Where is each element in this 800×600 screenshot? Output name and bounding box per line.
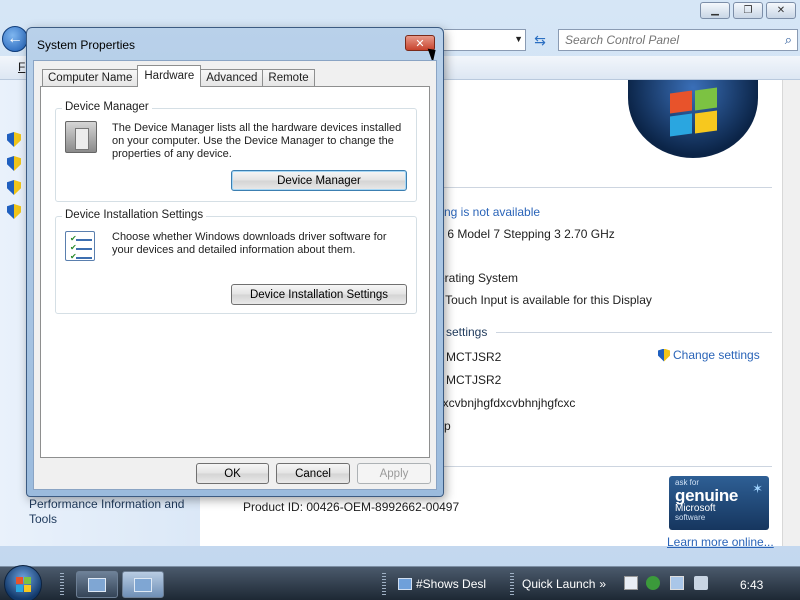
logo-flag-red	[670, 90, 692, 114]
refresh-icon: ⇆	[534, 31, 546, 48]
device-manager-icon	[65, 121, 97, 153]
device-installation-description: Choose whether Windows downloads driver …	[112, 231, 387, 256]
checklist-icon: ✔ ✔ ✔	[65, 231, 95, 261]
taskbar-grip[interactable]	[60, 573, 64, 595]
device-installation-group: Device Installation Settings ✔ ✔ ✔ Choos…	[55, 209, 417, 314]
learn-more-link[interactable]: Learn more online...	[667, 535, 774, 549]
clock[interactable]: 6:43	[740, 578, 763, 592]
taskbar: #Shows Desl Quick Launch » 6:43	[0, 565, 800, 600]
search-icon[interactable]: ⌕	[785, 32, 792, 48]
close-window-button[interactable]: ✕	[766, 2, 796, 19]
security-tray-icon[interactable]	[646, 576, 660, 590]
processor-value: y 6 Model 7 Stepping 3 2.70 GHz	[438, 227, 615, 241]
logo-flag-green	[695, 87, 717, 111]
refresh-button[interactable]: ⇆	[528, 29, 552, 51]
menu-item-file[interactable]: F	[18, 60, 25, 74]
tab-strip: Computer Name Hardware Advanced Remote	[42, 65, 315, 87]
vertical-scrollbar[interactable]	[782, 80, 800, 546]
minimize-button[interactable]: ▁	[700, 2, 730, 19]
back-button[interactable]: ←	[2, 26, 28, 52]
taskbar-button-control-panel[interactable]	[76, 571, 118, 598]
checklist-line	[76, 257, 92, 259]
start-flag-icon	[24, 585, 31, 592]
tab-hardware[interactable]: Hardware	[137, 65, 202, 87]
start-flag-icon	[24, 577, 31, 584]
device-installation-settings-button[interactable]: Device Installation Settings	[231, 284, 407, 305]
quick-launch-label: Quick Launch	[522, 577, 596, 591]
system-type-value: erating System	[438, 271, 519, 285]
dialog-title: System Properties	[37, 38, 136, 52]
system-properties-icon	[134, 577, 152, 592]
chevron-down-icon[interactable]: ▼	[514, 34, 523, 44]
shield-icon	[7, 204, 21, 219]
desktop-icon	[398, 578, 412, 590]
computer-description-value: lxcvbnjhgfdxcvbhnjhgfcxc	[440, 396, 576, 410]
product-id: Product ID: 00426-OEM-8992662-00497	[243, 500, 460, 514]
change-settings-link[interactable]: Change settings	[658, 348, 760, 362]
back-arrow-icon: ←	[7, 30, 23, 47]
apply-button[interactable]: Apply	[357, 463, 431, 484]
section-divider	[444, 466, 772, 467]
genuine-microsoft-badge[interactable]: ✶ ask for genuine Microsoft software	[669, 476, 769, 530]
start-button[interactable]	[4, 565, 42, 600]
chevron-icon: »	[599, 577, 607, 591]
pen-touch-value: r Touch Input is available for this Disp…	[438, 293, 652, 307]
logo-flag-yellow	[695, 110, 717, 134]
ok-button[interactable]: OK	[196, 463, 269, 484]
desktop-toolbar-label: #Shows Desl	[416, 577, 487, 591]
workgroup-value: p	[444, 419, 451, 433]
device-manager-button[interactable]: Device Manager	[231, 170, 407, 191]
checklist-line	[76, 239, 92, 241]
taskbar-grip[interactable]	[382, 573, 386, 595]
full-computer-name-value: MCTJSR2	[446, 373, 502, 387]
tab-advanced[interactable]: Advanced	[200, 69, 264, 87]
genuine-software-text: software	[675, 513, 706, 522]
taskbar-grip[interactable]	[510, 573, 514, 595]
computer-name-section-label: settings	[446, 325, 488, 339]
address-bar[interactable]: ▼	[444, 29, 526, 51]
document-tray-icon[interactable]	[624, 576, 638, 590]
windows-logo	[628, 80, 758, 158]
computer-name-value: MCTJSR2	[446, 350, 502, 364]
search-input[interactable]	[559, 30, 769, 50]
hardware-tab-panel: Device Manager The Device Manager lists …	[40, 86, 430, 458]
shield-icon	[7, 156, 21, 171]
start-flag-icon	[16, 585, 23, 592]
cancel-button[interactable]: Cancel	[276, 463, 350, 484]
taskbar-button-system-properties[interactable]	[122, 571, 164, 598]
section-divider	[496, 332, 772, 333]
system-properties-dialog: System Properties ✕ Computer Name Hardwa…	[26, 27, 444, 497]
shield-icon	[7, 180, 21, 195]
search-box[interactable]: ⌕	[558, 29, 798, 51]
checklist-line	[76, 248, 92, 250]
tab-computer-name[interactable]: Computer Name	[42, 69, 139, 87]
change-settings-label: Change settings	[673, 348, 760, 362]
performance-information-link[interactable]: Performance Information and Tools	[29, 497, 199, 527]
desktop-toolbar-item[interactable]: #Shows Desl	[398, 577, 486, 591]
device-manager-group-title: Device Manager	[62, 101, 152, 113]
device-installation-group-title: Device Installation Settings	[62, 209, 207, 221]
device-manager-group: Device Manager The Device Manager lists …	[55, 101, 417, 202]
maximize-button[interactable]: ❐	[733, 2, 763, 19]
shield-icon	[7, 132, 21, 147]
section-divider	[444, 187, 772, 188]
control-panel-icon	[88, 577, 106, 592]
genuine-text: genuine	[675, 486, 739, 505]
volume-muted-icon[interactable]	[694, 576, 708, 590]
device-manager-description: The Device Manager lists all the hardwar…	[112, 122, 402, 160]
logo-flag-blue	[670, 113, 692, 137]
quick-launch-toolbar[interactable]: Quick Launch »	[522, 577, 606, 591]
rating-link[interactable]: ting is not available	[438, 205, 540, 219]
star-icon: ✶	[752, 481, 763, 496]
start-flag-icon	[16, 577, 23, 584]
shield-icon	[658, 348, 670, 362]
network-tray-icon[interactable]	[670, 576, 684, 590]
close-icon: ✕	[415, 37, 425, 50]
tab-remote[interactable]: Remote	[262, 69, 315, 87]
window-caption-buttons: ▁ ❐ ✕	[700, 2, 796, 19]
dialog-body: Computer Name Hardware Advanced Remote D…	[33, 60, 437, 490]
